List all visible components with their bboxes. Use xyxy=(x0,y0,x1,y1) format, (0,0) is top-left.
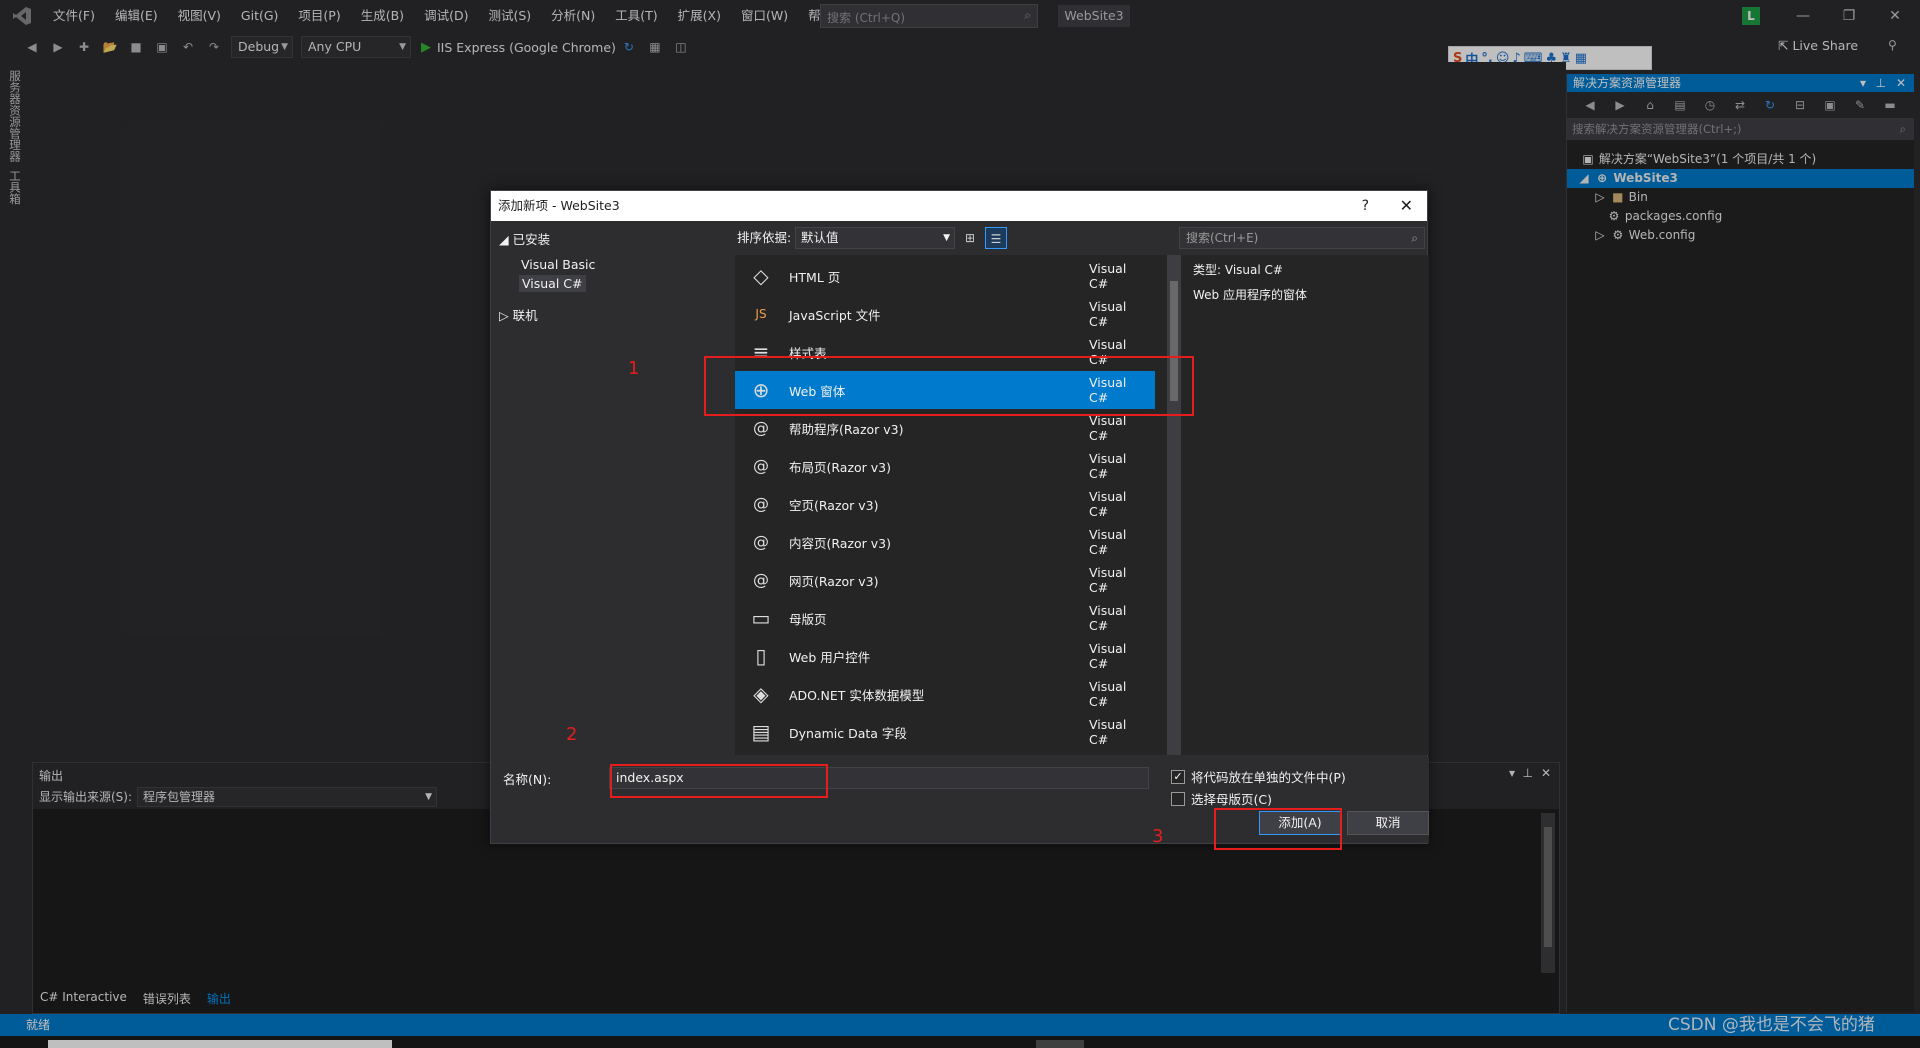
help-button[interactable]: ? xyxy=(1362,191,1369,221)
view-toggle: ⊞ ☰ xyxy=(959,227,1007,249)
template-type: Visual C# xyxy=(1089,527,1127,557)
type-label: 类型: xyxy=(1193,263,1222,277)
template-list: ◇ HTML 页 Visual C# JS JavaScript 文件 Visual C#… xyxy=(735,255,1167,755)
template-search-input[interactable]: 搜索(Ctrl+E) ⌕ xyxy=(1179,227,1425,249)
template-detail-pane: 类型: Visual C# Web 应用程序的窗体 xyxy=(1181,255,1429,755)
master-page-icon: ▭ xyxy=(751,606,771,630)
razor-webpage-icon: @ xyxy=(753,570,769,589)
template-type: Visual C# xyxy=(1089,679,1127,709)
annotation-number-3: 3 xyxy=(1152,826,1164,847)
separate-file-checkbox[interactable]: ✓ 将代码放在单独的文件中(P) xyxy=(1171,767,1346,786)
search-icon: ⌕ xyxy=(1411,231,1418,245)
checkmark-icon: ✓ xyxy=(1171,769,1185,784)
annotation-box-2 xyxy=(610,764,828,798)
template-name: 空页(Razor v3) xyxy=(789,497,879,513)
template-description: Web 应用程序的窗体 xyxy=(1193,288,1307,302)
dynamic-data-icon: ▤ xyxy=(751,720,771,744)
template-name: HTML 页 xyxy=(789,269,841,285)
master-page-checkbox[interactable]: 选择母版页(C) xyxy=(1171,789,1272,808)
close-icon[interactable]: ✕ xyxy=(1400,191,1413,221)
template-item[interactable]: @ 内容页(Razor v3) Visual C# xyxy=(735,523,1155,561)
expanded-arrow-icon: ◢ xyxy=(499,232,509,247)
checkbox-empty-icon xyxy=(1171,791,1185,806)
template-type: Visual C# xyxy=(1089,565,1127,595)
annotation-number-2: 2 xyxy=(566,724,578,745)
master-page-label: 选择母版页(C) xyxy=(1191,792,1272,807)
template-item[interactable]: @ 空页(Razor v3) Visual C# xyxy=(735,485,1155,523)
template-type: Visual C# xyxy=(1089,413,1127,443)
chevron-down-icon: ▼ xyxy=(943,233,950,243)
html-page-icon: ◇ xyxy=(753,264,769,288)
installed-label: 已安装 xyxy=(512,232,551,247)
template-type: Visual C# xyxy=(1089,489,1127,519)
template-item[interactable]: @ 网页(Razor v3) Visual C# xyxy=(735,561,1155,599)
online-label: 联机 xyxy=(512,308,538,323)
template-type: Visual C# xyxy=(1089,299,1127,329)
template-name: 帮助程序(Razor v3) xyxy=(789,421,904,437)
list-view-icon[interactable]: ☰ xyxy=(985,227,1007,249)
template-item[interactable]: ▤ Dynamic Data 字段 Visual C# xyxy=(735,713,1155,751)
template-search-placeholder: 搜索(Ctrl+E) xyxy=(1186,231,1259,245)
template-name: Web 用户控件 xyxy=(789,649,871,665)
dialog-title: 添加新项 - WebSite3 xyxy=(498,198,620,213)
template-list-scrollbar[interactable] xyxy=(1167,255,1181,755)
annotation-box-1 xyxy=(704,356,1194,416)
type-value: Visual C# xyxy=(1224,263,1283,277)
template-item[interactable]: ◇ HTML 页 Visual C# xyxy=(735,257,1155,295)
template-type: Visual C# xyxy=(1089,603,1127,633)
template-name: Dynamic Data 字段 xyxy=(789,725,907,741)
template-category-pane: ◢ 已安装 Visual Basic Visual C# ▷ 联机 xyxy=(491,221,735,771)
template-type: Visual C# xyxy=(1089,641,1127,671)
template-name: 网页(Razor v3) xyxy=(789,573,879,589)
razor-layout-icon: @ xyxy=(753,456,769,475)
entity-model-icon: ◈ xyxy=(753,682,769,706)
template-type: Visual C# xyxy=(1089,261,1127,291)
template-item[interactable]: ▭ 母版页 Visual C# xyxy=(735,599,1155,637)
template-item[interactable]: ◈ ADO.NET 实体数据模型 Visual C# xyxy=(735,675,1155,713)
template-name: 布局页(Razor v3) xyxy=(789,459,891,475)
online-node[interactable]: ▷ 联机 xyxy=(499,305,538,324)
cancel-button[interactable]: 取消 xyxy=(1347,811,1429,835)
user-control-icon: ▯ xyxy=(755,644,767,668)
template-name: 内容页(Razor v3) xyxy=(789,535,891,551)
name-label: 名称(N): xyxy=(503,772,552,787)
template-item[interactable]: @ 布局页(Razor v3) Visual C# xyxy=(735,447,1155,485)
razor-empty-icon: @ xyxy=(753,494,769,513)
template-item[interactable]: JS JavaScript 文件 Visual C# xyxy=(735,295,1155,333)
razor-content-icon: @ xyxy=(753,532,769,551)
razor-helper-icon: @ xyxy=(753,418,769,437)
add-new-item-dialog: 添加新项 - WebSite3 ? ✕ ◢ 已安装 Visual Basic V… xyxy=(490,190,1429,844)
separate-file-label: 将代码放在单独的文件中(P) xyxy=(1191,770,1346,785)
template-name: ADO.NET 实体数据模型 xyxy=(789,687,925,703)
template-type: Visual C# xyxy=(1089,717,1127,747)
template-name: 母版页 xyxy=(789,611,827,627)
template-type: Visual C# xyxy=(1089,451,1127,481)
collapsed-arrow-icon: ▷ xyxy=(499,308,509,323)
category-visual-csharp[interactable]: Visual C# xyxy=(519,275,586,292)
dialog-title-bar: 添加新项 - WebSite3 xyxy=(491,191,1427,221)
installed-node[interactable]: ◢ 已安装 xyxy=(499,229,550,248)
sort-value: 默认值 xyxy=(801,230,839,245)
annotation-box-3 xyxy=(1214,808,1342,850)
javascript-file-icon: JS xyxy=(755,307,767,321)
template-item[interactable]: ▯ Web 用户控件 Visual C# xyxy=(735,637,1155,675)
grid-view-icon[interactable]: ⊞ xyxy=(959,227,981,249)
template-name: JavaScript 文件 xyxy=(789,307,881,323)
annotation-number-1: 1 xyxy=(628,358,640,379)
sort-label: 排序依据: xyxy=(737,230,792,245)
sort-select[interactable]: 默认值 ▼ xyxy=(795,227,955,249)
category-visual-basic[interactable]: Visual Basic xyxy=(521,257,595,272)
